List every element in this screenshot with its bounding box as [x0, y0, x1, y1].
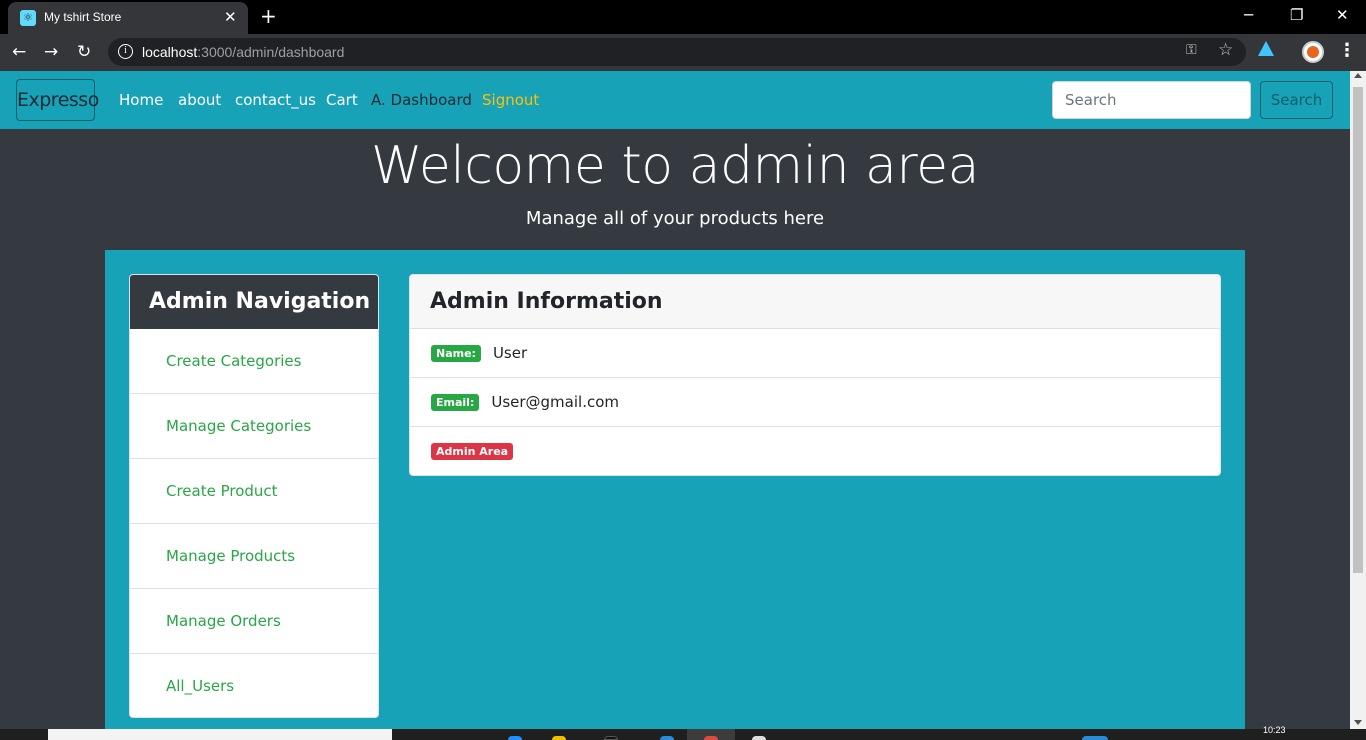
- admin-information-heading: Admin Information: [410, 275, 1220, 329]
- back-icon[interactable]: ←: [12, 40, 26, 64]
- admin-area-badge: Admin Area: [431, 443, 514, 460]
- key-icon[interactable]: ⚿: [1186, 42, 1197, 58]
- admin-area-row: Admin Area: [410, 427, 1220, 475]
- scroll-up-icon[interactable]: [1354, 73, 1362, 78]
- tray-icon[interactable]: [1082, 736, 1108, 740]
- new-tab-button[interactable]: +: [260, 5, 277, 27]
- name-row: Name: User: [410, 329, 1220, 378]
- star-icon[interactable]: ☆: [1218, 40, 1233, 60]
- admin-navigation-heading: Admin Navigation: [130, 275, 378, 329]
- url-host: localhost: [142, 44, 198, 60]
- app-icon[interactable]: [752, 736, 766, 740]
- page-title: Welcome to admin area: [370, 136, 980, 196]
- folder-icon[interactable]: [552, 736, 566, 740]
- profile-avatar[interactable]: [1302, 41, 1324, 63]
- admin-nav-create-product[interactable]: Create Product: [130, 459, 378, 524]
- nav-about[interactable]: about: [178, 91, 221, 109]
- main-container: Admin Navigation Create Categories Manag…: [105, 250, 1245, 730]
- brand-button[interactable]: Expresso: [16, 79, 99, 121]
- tab-title: My tshirt Store: [44, 10, 122, 24]
- chrome-icon[interactable]: [704, 736, 718, 740]
- nav-signout[interactable]: Signout: [482, 91, 539, 109]
- page-subtitle: Manage all of your products here: [525, 208, 825, 229]
- nav-cart[interactable]: Cart: [326, 91, 358, 109]
- terminal-icon[interactable]: [604, 736, 618, 740]
- minimize-icon[interactable]: ─: [1244, 4, 1253, 26]
- browser-tab[interactable]: ⚛ My tshirt Store ✕: [8, 2, 248, 34]
- name-badge: Name:: [431, 344, 481, 362]
- react-icon: ⚛: [20, 10, 36, 26]
- taskbar-search-box[interactable]: [48, 729, 392, 740]
- info-icon[interactable]: i: [118, 44, 133, 59]
- restore-icon[interactable]: ❐: [1290, 4, 1303, 26]
- nav-home[interactable]: Home: [119, 91, 163, 109]
- email-value: User@gmail.com: [491, 393, 619, 411]
- reload-icon[interactable]: ↻: [77, 40, 91, 64]
- name-value: User: [492, 344, 528, 362]
- menu-icon[interactable]: ⋮: [1338, 40, 1356, 62]
- email-badge: Email:: [431, 393, 480, 411]
- search-button[interactable]: Search: [1260, 81, 1333, 119]
- email-row: Email: User@gmail.com: [410, 378, 1220, 427]
- page-scrollbar[interactable]: [1350, 71, 1366, 729]
- admin-information-card: Admin Information Name: User Email: User…: [409, 274, 1221, 476]
- edge-icon[interactable]: [508, 736, 522, 740]
- scroll-thumb[interactable]: [1353, 87, 1363, 573]
- extension-icon[interactable]: [1258, 41, 1274, 56]
- taskbar-time: 10:23: [1263, 725, 1286, 735]
- url-path: :3000/admin/dashboard: [197, 44, 345, 60]
- search-input[interactable]: Search: [1052, 81, 1251, 119]
- close-tab-icon[interactable]: ✕: [224, 7, 237, 27]
- browser-toolbar: ← → ↻ i localhost:3000/admin/dashboard ⚿…: [0, 34, 1366, 71]
- os-taskbar: 10:23: [0, 725, 1366, 740]
- site-navbar: Expresso Home about contact_us Cart A. D…: [0, 71, 1350, 129]
- vscode-icon[interactable]: [660, 736, 674, 740]
- nav-admin-dashboard[interactable]: A. Dashboard: [371, 91, 472, 109]
- scroll-down-icon[interactable]: [1354, 720, 1362, 725]
- forward-icon[interactable]: →: [44, 40, 58, 64]
- admin-nav-all-users[interactable]: All_Users: [130, 654, 378, 717]
- admin-nav-create-categories[interactable]: Create Categories: [130, 329, 378, 394]
- close-window-icon[interactable]: ✕: [1336, 4, 1349, 26]
- admin-nav-manage-categories[interactable]: Manage Categories: [130, 394, 378, 459]
- browser-titlebar: ⚛ My tshirt Store ✕ + ─ ❐ ✕: [0, 0, 1366, 34]
- admin-nav-manage-orders[interactable]: Manage Orders: [130, 589, 378, 654]
- admin-navigation-card: Admin Navigation Create Categories Manag…: [129, 274, 379, 718]
- address-bar[interactable]: i localhost:3000/admin/dashboard ⚿ ☆: [108, 38, 1246, 66]
- admin-nav-manage-products[interactable]: Manage Products: [130, 524, 378, 589]
- url-text[interactable]: localhost:3000/admin/dashboard: [142, 44, 344, 60]
- nav-contact[interactable]: contact_us: [235, 91, 316, 109]
